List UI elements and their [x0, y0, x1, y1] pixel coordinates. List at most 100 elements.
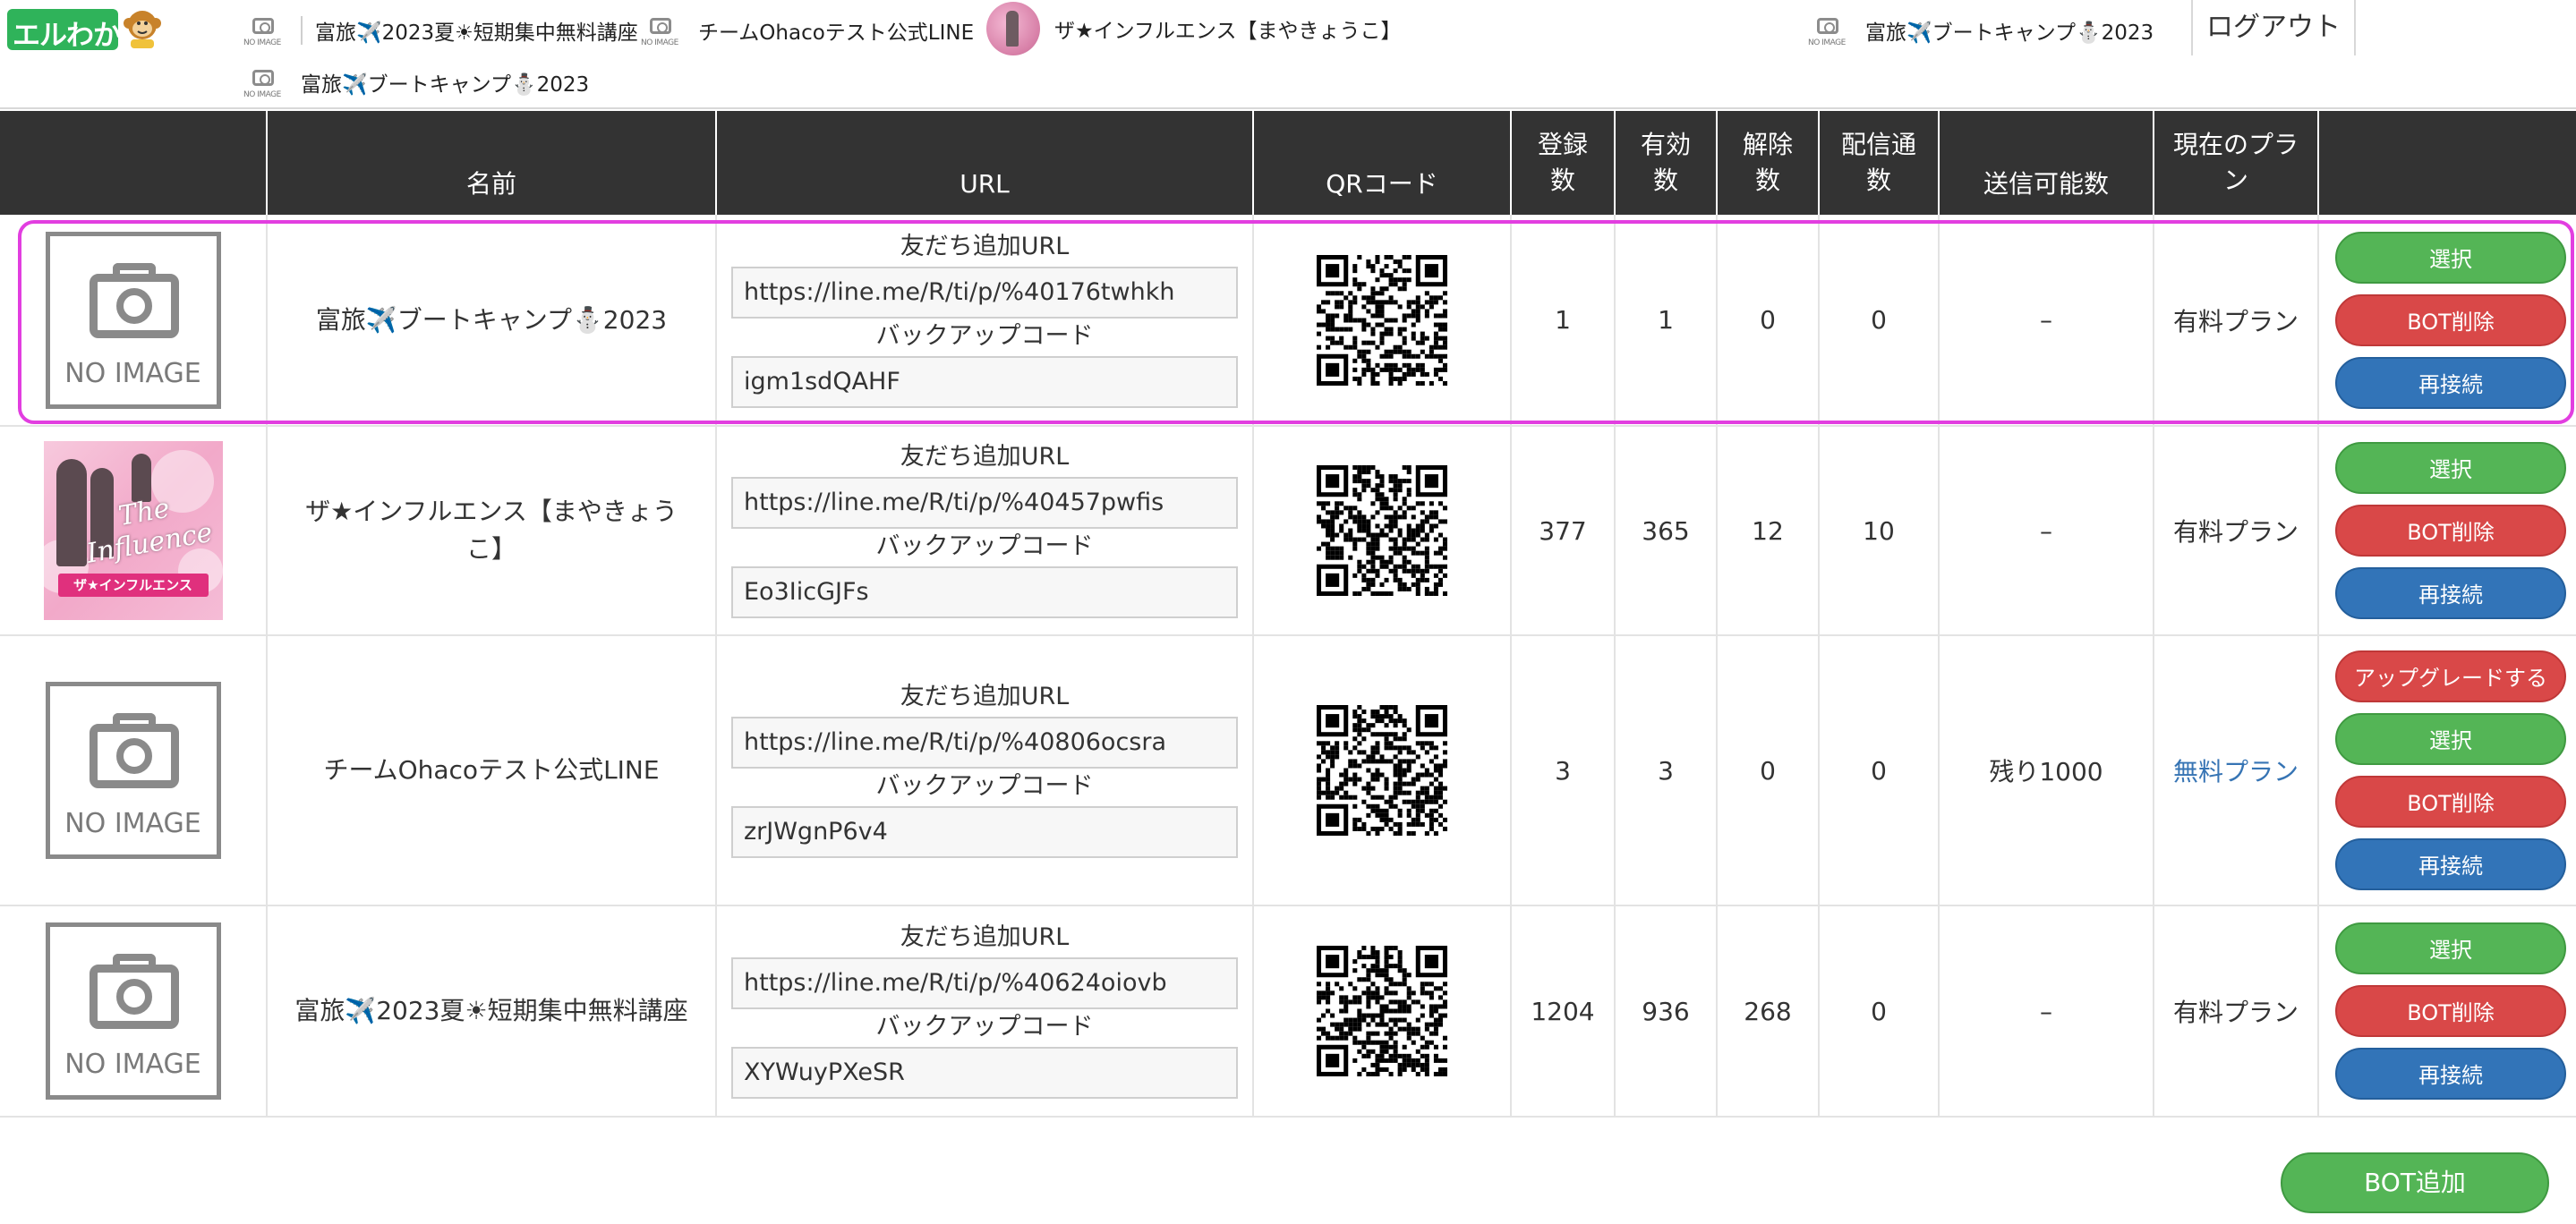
select-button[interactable]: 選択: [2335, 922, 2566, 974]
logout-button[interactable]: ログアウト: [2191, 0, 2356, 55]
current-plan: 有料プラン: [2153, 905, 2318, 1118]
friend-url-field[interactable]: https://line.me/R/ti/p/%40806ocsra: [731, 717, 1238, 769]
col-header-plan: 現在のプラ ン: [2153, 111, 2318, 215]
account-tab[interactable]: NO IMAGE 富旅✈️2023夏☀短期集中無料講座: [242, 5, 638, 55]
cancelled-count: 0: [1716, 635, 1819, 906]
col-header-cancelled: 解除 数: [1716, 111, 1819, 215]
current-plan: 有料プラン: [2153, 215, 2318, 427]
registered-count: 3: [1510, 635, 1615, 906]
friend-url-label: 友だち追加URL: [900, 232, 1070, 260]
photo-banner: ザ★インフルエンス: [57, 574, 209, 597]
account-tab-name: ザ★インフルエンス【まやきょうこ】: [1054, 20, 1402, 43]
qr-cell: [1252, 215, 1511, 427]
no-image-placeholder: NO IMAGE: [45, 231, 221, 409]
valid-count: 936: [1614, 905, 1717, 1118]
account-tab[interactable]: NO IMAGE チームOhacoテスト公式LINE: [639, 5, 974, 55]
friend-url-label: 友だち追加URL: [900, 923, 1070, 951]
account-tab-name: チームOhacoテスト公式LINE: [698, 21, 975, 45]
bot-name: チームOhacoテスト公式LINE: [266, 635, 716, 906]
friend-url-field[interactable]: https://line.me/R/ti/p/%40176twhkh: [731, 266, 1238, 319]
bot-name: 富旅✈️2023夏☀短期集中無料講座: [266, 905, 716, 1118]
friend-url-label: 友だち追加URL: [900, 683, 1070, 710]
delivered-count: 0: [1818, 215, 1939, 427]
delete-bot-button[interactable]: BOT削除: [2335, 293, 2566, 346]
delete-bot-button[interactable]: BOT削除: [2335, 505, 2566, 557]
bot-profile-image: The Influence ザ★インフルエンス: [43, 441, 223, 620]
qr-cell: [1252, 426, 1511, 636]
backup-code-field[interactable]: igm1sdQAHF: [731, 355, 1238, 408]
valid-count: 1: [1614, 215, 1717, 427]
friend-url-field[interactable]: https://line.me/R/ti/p/%40624oiovb: [731, 957, 1238, 1009]
app-logo[interactable]: エルわか: [7, 4, 165, 52]
select-button[interactable]: 選択: [2335, 713, 2566, 765]
select-button[interactable]: 選択: [2335, 442, 2566, 494]
reconnect-button[interactable]: 再接続: [2335, 567, 2566, 619]
table-row: NO IMAGE 富旅✈️2023夏☀短期集中無料講座 友だち追加URL htt…: [0, 905, 2576, 1118]
delivered-count: 0: [1818, 635, 1939, 906]
qr-cell: [1252, 635, 1511, 906]
no-image-icon: NO IMAGE: [1806, 9, 1849, 52]
backup-code-field[interactable]: Eo3IicGJFs: [731, 566, 1238, 618]
qr-cell: [1252, 905, 1511, 1118]
actions-cell: 選択 BOT削除 再接続: [2317, 426, 2576, 636]
friend-url-field[interactable]: https://line.me/R/ti/p/%40457pwfis: [731, 477, 1238, 529]
cancelled-count: 268: [1716, 905, 1819, 1118]
logo-text: エルわか: [13, 20, 121, 52]
add-bot-button[interactable]: BOT追加: [2281, 1152, 2549, 1213]
account-tab[interactable]: ザ★インフルエンス【まやきょうこ】: [986, 2, 1402, 55]
reconnect-button[interactable]: 再接続: [2335, 838, 2566, 890]
backup-code-field[interactable]: zrJWgnP6v4: [731, 806, 1238, 858]
backup-code-field[interactable]: XYWuyPXeSR: [731, 1047, 1238, 1099]
qr-code[interactable]: [1317, 465, 1447, 596]
no-image-placeholder: NO IMAGE: [45, 682, 221, 859]
delete-bot-button[interactable]: BOT削除: [2335, 776, 2566, 828]
account-tab[interactable]: NO IMAGE 富旅✈️ブートキャンプ⛄2023: [242, 57, 589, 107]
sendable-count: 残り1000: [1938, 635, 2154, 906]
backup-code-label: バックアップコード: [875, 532, 1094, 560]
backup-code-label: バックアップコード: [875, 1013, 1094, 1041]
sendable-count: –: [1938, 426, 2154, 636]
free-plan-link[interactable]: 無料プラン: [2173, 757, 2299, 786]
valid-count: 3: [1614, 635, 1717, 906]
select-button[interactable]: 選択: [2335, 231, 2566, 284]
col-header-registered: 登録 数: [1510, 111, 1615, 215]
col-header-sendable: 送信可能数: [1938, 111, 2154, 215]
qr-code[interactable]: [1317, 254, 1447, 386]
sendable-count: –: [1938, 215, 2154, 427]
current-plan-link[interactable]: 無料プラン: [2153, 635, 2318, 906]
table-row: NO IMAGE 富旅✈️ブートキャンプ⛄2023 友だち追加URL https…: [0, 215, 2576, 427]
no-image-icon: NO IMAGE: [242, 61, 285, 104]
bot-table: 名前 URL QRコード 登録 数 有効 数 解除 数 配信通 数 送信可能数 …: [0, 111, 2576, 1118]
col-header-qr: QRコード: [1252, 111, 1511, 215]
url-cell: 友だち追加URL https://line.me/R/ti/p/%40457pw…: [715, 426, 1253, 636]
upgrade-button[interactable]: アップグレードする: [2335, 650, 2566, 702]
valid-count: 365: [1614, 426, 1717, 636]
account-tab-name: 富旅✈️ブートキャンプ⛄2023: [1865, 21, 2154, 45]
monkey-mascot-icon: [124, 11, 161, 48]
backup-code-label: バックアップコード: [875, 321, 1094, 350]
friend-url-label: 友だち追加URL: [900, 443, 1070, 471]
qr-code[interactable]: [1317, 946, 1447, 1076]
table-header-row: 名前 URL QRコード 登録 数 有効 数 解除 数 配信通 数 送信可能数 …: [0, 111, 2576, 215]
qr-code[interactable]: [1317, 705, 1447, 836]
cancelled-count: 0: [1716, 215, 1819, 427]
account-tab[interactable]: NO IMAGE 富旅✈️ブートキャンプ⛄2023: [1806, 5, 2154, 55]
bot-image-cell: The Influence ザ★インフルエンス: [0, 426, 267, 636]
delete-bot-button[interactable]: BOT削除: [2335, 985, 2566, 1037]
col-header-valid: 有効 数: [1614, 111, 1717, 215]
sendable-count: –: [1938, 905, 2154, 1118]
backup-code-label: バックアップコード: [875, 772, 1094, 800]
bot-name: 富旅✈️ブートキャンプ⛄2023: [266, 215, 716, 427]
account-tab-name: 富旅✈️ブートキャンプ⛄2023: [301, 73, 590, 97]
bot-image-cell: NO IMAGE: [0, 635, 267, 906]
actions-cell: 選択 BOT削除 再接続: [2317, 215, 2576, 427]
actions-cell: 選択 BOT削除 再接続: [2317, 905, 2576, 1118]
reconnect-button[interactable]: 再接続: [2335, 356, 2566, 409]
current-plan: 有料プラン: [2153, 426, 2318, 636]
url-cell: 友だち追加URL https://line.me/R/ti/p/%40806oc…: [715, 635, 1253, 906]
actions-cell: アップグレードする 選択 BOT削除 再接続: [2317, 635, 2576, 906]
reconnect-button[interactable]: 再接続: [2335, 1048, 2566, 1100]
table-row: The Influence ザ★インフルエンス ザ★インフルエンス【まやきょうこ…: [0, 426, 2576, 636]
registered-count: 1: [1510, 215, 1615, 427]
delivered-count: 10: [1818, 426, 1939, 636]
